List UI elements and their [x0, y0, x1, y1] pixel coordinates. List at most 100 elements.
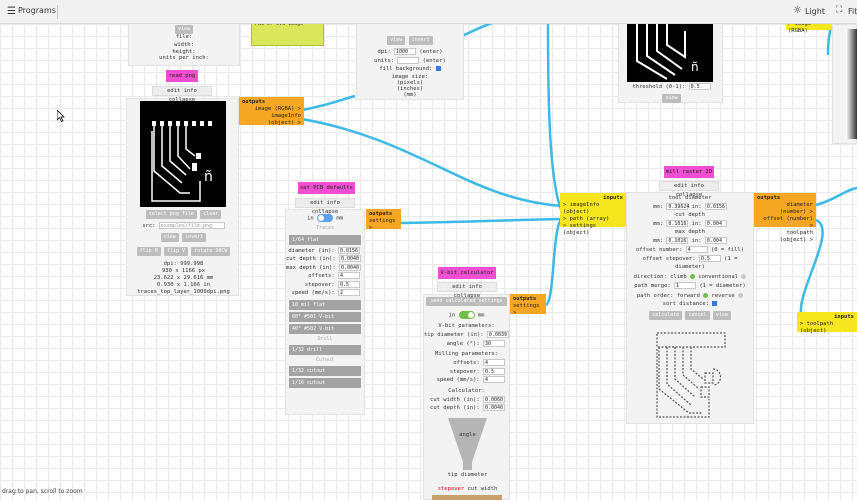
cutout-1-16-button[interactable]: 1/16 cutout	[289, 378, 361, 389]
fit-button[interactable]: Fit	[848, 7, 857, 16]
climb-radio[interactable]	[689, 273, 695, 279]
vbit-502-button[interactable]: 40° #502 V-bit	[289, 323, 361, 334]
units-input[interactable]	[397, 56, 420, 64]
max-depth-input[interactable]: 0.0040	[338, 263, 361, 271]
invert-button[interactable]: invert	[408, 36, 433, 45]
sort-distance-checkbox[interactable]	[712, 300, 718, 306]
max-depth-in-input[interactable]: 0.004	[704, 236, 727, 244]
input-imageinfo[interactable]: > imageInfo (object)	[563, 202, 623, 216]
input-settings[interactable]: > settings (object)	[563, 223, 623, 237]
cut-depth-input[interactable]: 0.0040	[338, 255, 361, 263]
diameter-input[interactable]: 0.0156	[338, 246, 360, 254]
sun-icon[interactable]: ☼	[793, 5, 802, 16]
flip-h-button[interactable]: flip H	[136, 247, 161, 256]
offset-stepover-input[interactable]: 0.5	[698, 254, 721, 262]
mill-raster-outputs[interactable]: outputs diameter (number) > offset (numb…	[754, 193, 816, 243]
invert-button[interactable]: invert	[182, 233, 207, 242]
pcb-defaults-strip[interactable]: edit info collapse	[295, 198, 355, 215]
vbit-calculator-strip[interactable]: edit info collapse	[437, 282, 497, 299]
mill-raster-inputs[interactable]: inputs > imageInfo (object) > path (arra…	[560, 193, 626, 236]
output-diameter[interactable]: diameter (number) >	[757, 202, 813, 216]
vbit-calculator-title[interactable]: V-bit calculator	[438, 267, 496, 279]
stepover-input[interactable]: 0.5	[338, 280, 360, 288]
right-module-inputs[interactable]: inputs > toolpath (object)	[797, 312, 857, 335]
view-button[interactable]: view	[712, 310, 731, 320]
image-info-module: view file: width: height: units per inch…	[128, 18, 240, 66]
diameter-label: diameter (in):	[288, 247, 335, 254]
output-settings[interactable]: settings >	[369, 218, 398, 232]
units-toggle[interactable]	[458, 311, 475, 319]
wire-image-to-convert	[301, 94, 356, 112]
inputs-title: inputs	[834, 314, 854, 320]
vbit-outputs[interactable]: outputs settings >	[510, 294, 546, 317]
output-image[interactable]: image (RGBA) >	[242, 106, 301, 113]
flip-v-button[interactable]: flip V	[163, 247, 188, 256]
angle-input[interactable]: 30	[483, 339, 505, 347]
tool-diameter-mm-input[interactable]: 0.39624	[666, 202, 689, 210]
src-input[interactable]: examples/file.png	[158, 222, 225, 229]
forward-radio[interactable]	[703, 292, 709, 298]
rotate-button[interactable]: rotate 90CW	[191, 247, 231, 256]
hamburger-icon[interactable]: ☰	[7, 6, 16, 17]
mill-raster-module: tool diameter mm: 0.39624 in: 0.0156 cut…	[626, 192, 754, 424]
px-info: 930 x 1166 px	[161, 267, 206, 274]
output-toolpath[interactable]: toolpath (object) >	[757, 230, 813, 244]
clear-button[interactable]: clear	[200, 210, 222, 219]
speed-input[interactable]: 4	[483, 376, 505, 384]
reverse-radio[interactable]	[738, 292, 744, 298]
input-toolpath[interactable]: > toolpath (object)	[800, 321, 854, 335]
view-button[interactable]: view	[387, 36, 406, 45]
offset-number-input[interactable]: 4	[685, 245, 708, 253]
max-depth-mm-input[interactable]: 0.1016	[666, 236, 689, 244]
input-path[interactable]: > path (array)	[563, 216, 623, 223]
pcb-outputs[interactable]: outputs settings >	[366, 209, 401, 232]
offsets-input[interactable]: 4	[483, 359, 505, 367]
dpi-input[interactable]: 1000	[394, 48, 417, 55]
cutout-1-32-button[interactable]: 1/32 cutout	[289, 366, 361, 377]
view-button[interactable]: view	[160, 233, 179, 242]
mill-raster-strip[interactable]: edit info collapse	[659, 181, 719, 198]
output-offset[interactable]: offset (number) >	[757, 216, 813, 230]
path-merge-input[interactable]: 1	[674, 281, 697, 289]
tool-diameter-in-input[interactable]: 0.0156	[704, 202, 727, 210]
drill-1-32-button[interactable]: 1/32 drill	[289, 344, 361, 355]
stepover-input[interactable]: 0.5	[483, 367, 505, 375]
inputs-title: inputs	[603, 195, 623, 201]
mill-raster-title[interactable]: mill raster 2D	[664, 166, 714, 178]
view-button[interactable]: view	[662, 94, 681, 103]
output-settings[interactable]: settings >	[513, 303, 543, 317]
light-theme-button[interactable]: Light	[805, 7, 825, 16]
threshold-input[interactable]: 0.5	[688, 83, 711, 90]
flat-1-64-button[interactable]: 1/64 flat	[289, 234, 361, 245]
speed-input[interactable]: 2	[338, 289, 360, 297]
dpi-info: dpi: 999.998	[163, 261, 204, 267]
tip-input[interactable]: 0.0039	[486, 331, 509, 339]
offset-number-note: (0 = fill)	[710, 246, 745, 253]
cut-depth-label: cut depth (in):	[286, 256, 336, 263]
calculate-button[interactable]: calculate	[649, 310, 683, 320]
view-button[interactable]: view	[174, 25, 194, 34]
cut-depth-in-input[interactable]: 0.004	[704, 219, 727, 227]
in-info: 0.930 x 1.166 in	[157, 281, 210, 288]
cancel-button[interactable]: cancel	[685, 310, 710, 320]
cut-width-value: 0.0060	[483, 395, 505, 403]
fit-icon[interactable]: ⛶	[836, 5, 842, 15]
pcb-defaults-title[interactable]: set PCB defaults	[298, 182, 355, 194]
cut-depth-mm-input[interactable]: 0.1016	[666, 219, 689, 227]
flat-10mil-button[interactable]: 10 mil flat	[289, 299, 361, 310]
cut-width-label: cut width (in):	[430, 396, 480, 403]
filename-info: traces_top_layer_1000dpi.png	[137, 288, 230, 295]
output-imageinfo[interactable]: imageInfo (object) >	[242, 113, 301, 127]
select-png-button[interactable]: select png file	[145, 210, 197, 219]
offsets-input[interactable]: 4	[338, 272, 360, 280]
offsets-label: offsets:	[308, 273, 335, 280]
read-png-outputs[interactable]: outputs image (RGBA) > imageInfo (object…	[239, 97, 304, 127]
conventional-radio[interactable]	[741, 273, 747, 279]
fill-background-checkbox[interactable]	[435, 65, 441, 71]
stepover-label: stepover:	[304, 281, 335, 288]
read-png-strip[interactable]: edit info collapse	[152, 86, 212, 103]
calculator-label: Calculator:	[448, 387, 485, 394]
programs-menu[interactable]: Programs	[18, 6, 56, 15]
vbit-501-button[interactable]: 60° #501 V-bit	[289, 311, 361, 322]
read-png-title[interactable]: read png	[166, 70, 198, 82]
